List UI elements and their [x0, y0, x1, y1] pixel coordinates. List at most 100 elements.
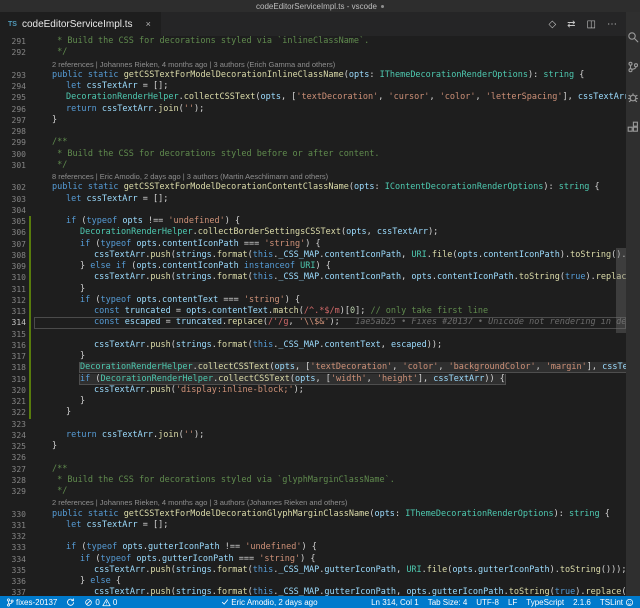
code-line[interactable]: 304 [0, 205, 626, 216]
line-number[interactable]: 328 [0, 475, 26, 486]
line-number[interactable]: 294 [0, 81, 26, 92]
line-number[interactable]: 299 [0, 137, 26, 148]
code-line[interactable]: 315 [0, 329, 626, 340]
gitlens-blame-status[interactable]: Eric Amodio, 2 days ago [221, 598, 317, 607]
code-line[interactable]: 318DecorationRenderHelper.collectCSSText… [0, 362, 626, 373]
code-line[interactable]: 314const escaped = truncated.replace(/'/… [0, 317, 626, 328]
code-line[interactable]: 299/** [0, 137, 626, 148]
code-line[interactable]: 297} [0, 115, 626, 126]
line-number[interactable]: 296 [0, 104, 26, 115]
line-number[interactable]: 317 [0, 351, 26, 362]
line-number[interactable]: 323 [0, 419, 26, 430]
line-number[interactable]: 319 [0, 374, 26, 385]
code-line[interactable]: 321} [0, 396, 626, 407]
scrollbar-thumb[interactable] [616, 248, 626, 333]
title-bar[interactable]: codeEditorServiceImpl.ts - vscode [0, 0, 640, 12]
encoding-indicator[interactable]: UTF-8 [476, 598, 499, 607]
code-line[interactable]: 305if (typeof opts !== 'undefined') { [0, 216, 626, 227]
code-line[interactable]: 301 */ [0, 160, 626, 171]
line-number[interactable]: 313 [0, 306, 26, 317]
codelens-row[interactable]: 2 references | Johannes Rieken, 4 months… [0, 59, 626, 70]
line-number[interactable]: 320 [0, 385, 26, 396]
line-number[interactable]: 331 [0, 520, 26, 531]
code-line[interactable]: 328 * Build the CSS for decorations styl… [0, 475, 626, 486]
code-line[interactable]: 307if (typeof opts.contentIconPath === '… [0, 239, 626, 250]
line-number[interactable]: 334 [0, 554, 26, 565]
code-line[interactable]: 313const truncated = opts.contentText.ma… [0, 306, 626, 317]
tab-size-indicator[interactable]: Tab Size: 4 [428, 598, 468, 607]
feedback-smiley-icon[interactable] [623, 598, 640, 607]
code-line[interactable]: 291 * Build the CSS for decorations styl… [0, 36, 626, 47]
code-line[interactable]: 336} else { [0, 576, 626, 587]
source-control-icon[interactable] [627, 60, 640, 73]
line-number[interactable]: 302 [0, 182, 26, 193]
code-line[interactable]: 323 [0, 419, 626, 430]
tab-codeeditorserviceimpl[interactable]: TS codeEditorServiceImpl.ts × [0, 12, 161, 36]
code-line[interactable]: 292 */ [0, 47, 626, 58]
line-number[interactable]: 304 [0, 205, 26, 216]
line-number[interactable]: 330 [0, 509, 26, 520]
code-line[interactable]: 302public static getCSSTextForModelDecor… [0, 182, 626, 193]
code-line[interactable]: 326 [0, 452, 626, 463]
code-line[interactable]: 312if (typeof opts.contentText === 'stri… [0, 295, 626, 306]
open-changes-icon[interactable]: ◇ [548, 19, 556, 30]
code-line[interactable]: 332 [0, 531, 626, 542]
code-line[interactable]: 334if (typeof opts.gutterIconPath === 's… [0, 554, 626, 565]
code-line[interactable]: 295DecorationRenderHelper.collectCSSText… [0, 92, 626, 103]
code-line[interactable]: 300 * Build the CSS for decorations styl… [0, 149, 626, 160]
code-line[interactable]: 317} [0, 351, 626, 362]
line-col-indicator[interactable]: Ln 314, Col 1 [371, 598, 419, 607]
debug-icon[interactable] [627, 90, 640, 103]
line-number[interactable]: 325 [0, 441, 26, 452]
line-number[interactable]: 310 [0, 272, 26, 283]
git-branch-status[interactable]: fixes-20137 [6, 598, 57, 607]
code-line[interactable]: 335cssTextArr.push(strings.format(this._… [0, 565, 626, 576]
line-number[interactable]: 295 [0, 92, 26, 103]
line-number[interactable]: 327 [0, 464, 26, 475]
code-editor[interactable]: 291 * Build the CSS for decorations styl… [0, 36, 626, 596]
line-number[interactable]: 306 [0, 227, 26, 238]
code-line[interactable]: 306DecorationRenderHelper.collectBorderS… [0, 227, 626, 238]
more-actions-icon[interactable]: ⋯ [607, 19, 617, 30]
code-line[interactable]: 310cssTextArr.push(strings.format(this._… [0, 272, 626, 283]
line-number[interactable]: 329 [0, 486, 26, 497]
code-line[interactable]: 309} else if (opts.contentIconPath insta… [0, 261, 626, 272]
line-number[interactable]: 312 [0, 295, 26, 306]
code-line[interactable]: 333if (typeof opts.gutterIconPath !== 'u… [0, 542, 626, 553]
line-number[interactable]: 301 [0, 160, 26, 171]
line-number[interactable]: 297 [0, 115, 26, 126]
tslint-indicator[interactable]: TSLint [600, 598, 623, 607]
tab-close-icon[interactable]: × [146, 19, 151, 29]
code-line[interactable]: 331let cssTextArr = []; [0, 520, 626, 531]
typescript-version-indicator[interactable]: 2.1.6 [573, 598, 591, 607]
codelens-row[interactable]: 2 references | Johannes Rieken, 4 months… [0, 497, 626, 508]
code-line[interactable]: 320cssTextArr.push('display:inline-block… [0, 385, 626, 396]
code-line[interactable]: 311} [0, 284, 626, 295]
line-number[interactable]: 292 [0, 47, 26, 58]
line-number[interactable]: 300 [0, 149, 26, 160]
line-number[interactable]: 316 [0, 340, 26, 351]
line-number[interactable]: 322 [0, 407, 26, 418]
extensions-icon[interactable] [627, 120, 640, 133]
line-number[interactable]: 332 [0, 531, 26, 542]
code-line[interactable]: 296return cssTextArr.join(''); [0, 104, 626, 115]
line-number[interactable]: 337 [0, 587, 26, 596]
line-number[interactable]: 335 [0, 565, 26, 576]
code-line[interactable]: 324return cssTextArr.join(''); [0, 430, 626, 441]
code-line[interactable]: 319if (DecorationRenderHelper.collectCSS… [0, 374, 626, 385]
line-number[interactable]: 333 [0, 542, 26, 553]
line-number[interactable]: 305 [0, 216, 26, 227]
line-number[interactable]: 336 [0, 576, 26, 587]
line-number[interactable]: 298 [0, 126, 26, 137]
code-line[interactable]: 329 */ [0, 486, 626, 497]
code-line[interactable]: 308cssTextArr.push(strings.format(this._… [0, 250, 626, 261]
line-number[interactable]: 324 [0, 430, 26, 441]
line-number[interactable]: 315 [0, 329, 26, 340]
search-icon[interactable] [627, 30, 640, 43]
code-line[interactable]: 330public static getCSSTextForModelDecor… [0, 509, 626, 520]
sync-button[interactable] [66, 598, 75, 607]
code-line[interactable]: 316cssTextArr.push(strings.format(this._… [0, 340, 626, 351]
line-number[interactable]: 291 [0, 36, 26, 47]
line-number[interactable]: 326 [0, 452, 26, 463]
line-number[interactable]: 311 [0, 284, 26, 295]
